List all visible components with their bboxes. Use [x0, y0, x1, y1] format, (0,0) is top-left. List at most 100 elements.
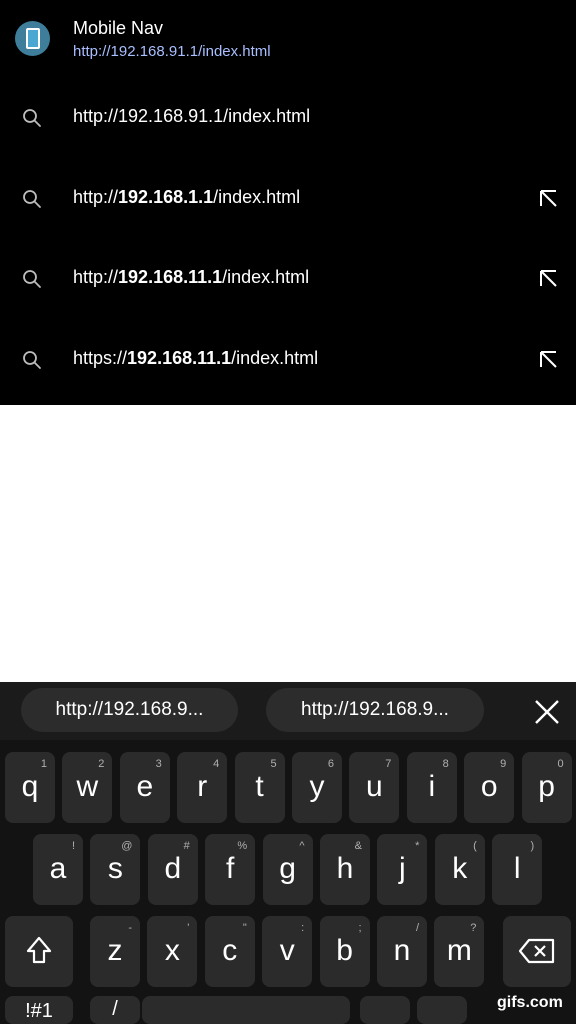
- search-suggestion[interactable]: http://192.168.1.1/index.html: [0, 159, 576, 239]
- key-label: l: [513, 852, 521, 885]
- key-hint: (: [473, 840, 477, 852]
- symbols-key-label: !#1: [25, 1000, 53, 1022]
- bookmark-suggestion[interactable]: Mobile Nav http://192.168.91.1/index.htm…: [0, 0, 576, 78]
- key-label: s: [107, 852, 123, 885]
- key-b[interactable]: ; b: [319, 916, 370, 987]
- key-t[interactable]: 5t: [234, 752, 285, 823]
- shift-icon: [26, 936, 52, 964]
- key-label: e: [136, 770, 154, 803]
- key-label: t: [255, 770, 264, 803]
- shift-key[interactable]: [5, 916, 73, 987]
- key-x[interactable]: ' x: [147, 916, 198, 987]
- key-label: q: [21, 770, 39, 803]
- key-hint: &: [354, 840, 362, 852]
- key-d[interactable]: # d: [147, 834, 198, 905]
- search-icon: [23, 351, 41, 369]
- slash-key[interactable]: /: [90, 996, 140, 1024]
- key-hint: !: [71, 840, 75, 852]
- go-key[interactable]: [417, 996, 467, 1024]
- space-key[interactable]: [142, 996, 350, 1024]
- mobile-phone-icon: [15, 21, 50, 56]
- key-hint: ?: [470, 922, 477, 934]
- period-key[interactable]: [360, 996, 410, 1024]
- key-i[interactable]: 8i: [406, 752, 457, 823]
- key-k[interactable]: (k: [434, 834, 485, 905]
- key-hint: 0: [557, 758, 564, 770]
- soft-keyboard: http://192.168.9... http://192.168.9... …: [0, 682, 576, 1024]
- backspace-key[interactable]: [503, 916, 571, 987]
- key-hint: ): [530, 840, 535, 852]
- key-hint: /: [415, 922, 419, 934]
- key-hint: 8: [442, 758, 449, 770]
- search-icon: [23, 270, 41, 288]
- suggestion-text: https://192.168.11.1/index.html: [73, 348, 319, 368]
- key-hint: *: [415, 840, 420, 852]
- search-suggestion[interactable]: http://192.168.91.1/index.html: [0, 78, 576, 158]
- keyboard-url-chip[interactable]: http://192.168.9...: [266, 688, 484, 732]
- suggestion-text: http://192.168.1.1/index.html: [73, 187, 301, 207]
- key-hint: #: [183, 840, 190, 852]
- key-label: o: [480, 770, 498, 803]
- key-f[interactable]: % f: [205, 834, 256, 905]
- key-label: x: [164, 934, 180, 967]
- key-hint: ': [187, 922, 190, 934]
- key-label: y: [309, 770, 325, 803]
- key-j[interactable]: * j: [377, 834, 428, 905]
- key-hint: 3: [155, 758, 162, 770]
- key-label: z: [107, 934, 123, 967]
- symbols-key[interactable]: !#1: [5, 996, 73, 1024]
- key-q[interactable]: 1q: [5, 752, 55, 823]
- key-s[interactable]: @ s: [90, 834, 141, 905]
- key-hint: 7: [385, 758, 392, 770]
- page-content-area: [0, 405, 576, 682]
- key-a[interactable]: ! a: [33, 834, 83, 905]
- key-hint: ": [242, 922, 247, 934]
- key-hint: 4: [213, 758, 220, 770]
- key-m[interactable]: ? m: [434, 916, 485, 987]
- bookmark-title: Mobile Nav: [73, 18, 164, 38]
- key-l[interactable]: ) l: [492, 834, 543, 905]
- key-label: m: [446, 934, 472, 967]
- key-g[interactable]: ^ g: [262, 834, 313, 905]
- keyboard-suggestion-bar: http://192.168.9... http://192.168.9...: [0, 682, 576, 740]
- suggestion-text: http://192.168.11.1/index.html: [73, 267, 310, 287]
- key-r[interactable]: 4r: [177, 752, 228, 823]
- search-suggestion[interactable]: http://192.168.11.1/index.html: [0, 239, 576, 319]
- key-label: k: [452, 852, 468, 885]
- fill-arrow-icon[interactable]: [536, 267, 560, 291]
- key-label: i: [428, 770, 436, 803]
- key-w[interactable]: 2w: [62, 752, 113, 823]
- key-label: h: [336, 852, 354, 885]
- key-hint: 9: [500, 758, 507, 770]
- key-p[interactable]: 0p: [521, 752, 572, 823]
- key-y[interactable]: 6y: [292, 752, 342, 823]
- slash-key-label: /: [112, 998, 118, 1020]
- url-suggestions-panel: Mobile Nav http://192.168.91.1/index.htm…: [0, 0, 576, 405]
- key-hint: @: [121, 840, 133, 852]
- key-c[interactable]: " c: [204, 916, 255, 987]
- close-icon[interactable]: [531, 696, 563, 728]
- key-hint: ^: [299, 840, 305, 852]
- key-label: n: [393, 934, 411, 967]
- key-hint: 6: [327, 758, 334, 770]
- keyboard-url-chip[interactable]: http://192.168.9...: [21, 688, 238, 732]
- key-o[interactable]: 9o: [464, 752, 515, 823]
- key-label: p: [538, 770, 555, 803]
- key-h[interactable]: & h: [320, 834, 370, 905]
- search-icon: [23, 109, 41, 127]
- watermark: gifs.com: [497, 994, 563, 1011]
- fill-arrow-icon[interactable]: [536, 187, 560, 211]
- search-suggestion[interactable]: https://192.168.11.1/index.html: [0, 320, 576, 400]
- key-e[interactable]: 3e: [119, 752, 170, 823]
- key-v[interactable]: :v: [262, 916, 313, 987]
- key-n[interactable]: / n: [377, 916, 427, 987]
- key-label: g: [279, 852, 296, 885]
- key-label: d: [164, 852, 182, 885]
- key-hint: 5: [270, 758, 277, 770]
- key-label: b: [336, 934, 353, 967]
- key-label: j: [399, 852, 406, 885]
- fill-arrow-icon[interactable]: [536, 348, 560, 372]
- key-label: a: [49, 852, 67, 885]
- key-u[interactable]: 7u: [349, 752, 400, 823]
- key-z[interactable]: -z: [90, 916, 140, 987]
